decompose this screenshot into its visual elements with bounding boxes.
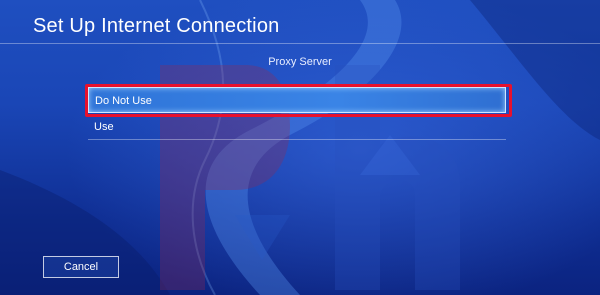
option-use[interactable]: Use (88, 114, 506, 140)
section-label: Proxy Server (268, 56, 332, 68)
option-divider (88, 139, 506, 140)
page-title: Set Up Internet Connection (33, 15, 280, 37)
ps4-screen: Set Up Internet Connection Proxy Server … (0, 0, 600, 295)
cancel-button[interactable]: Cancel (43, 256, 119, 278)
title-divider (0, 43, 600, 44)
selection-highlight-box (85, 84, 512, 117)
